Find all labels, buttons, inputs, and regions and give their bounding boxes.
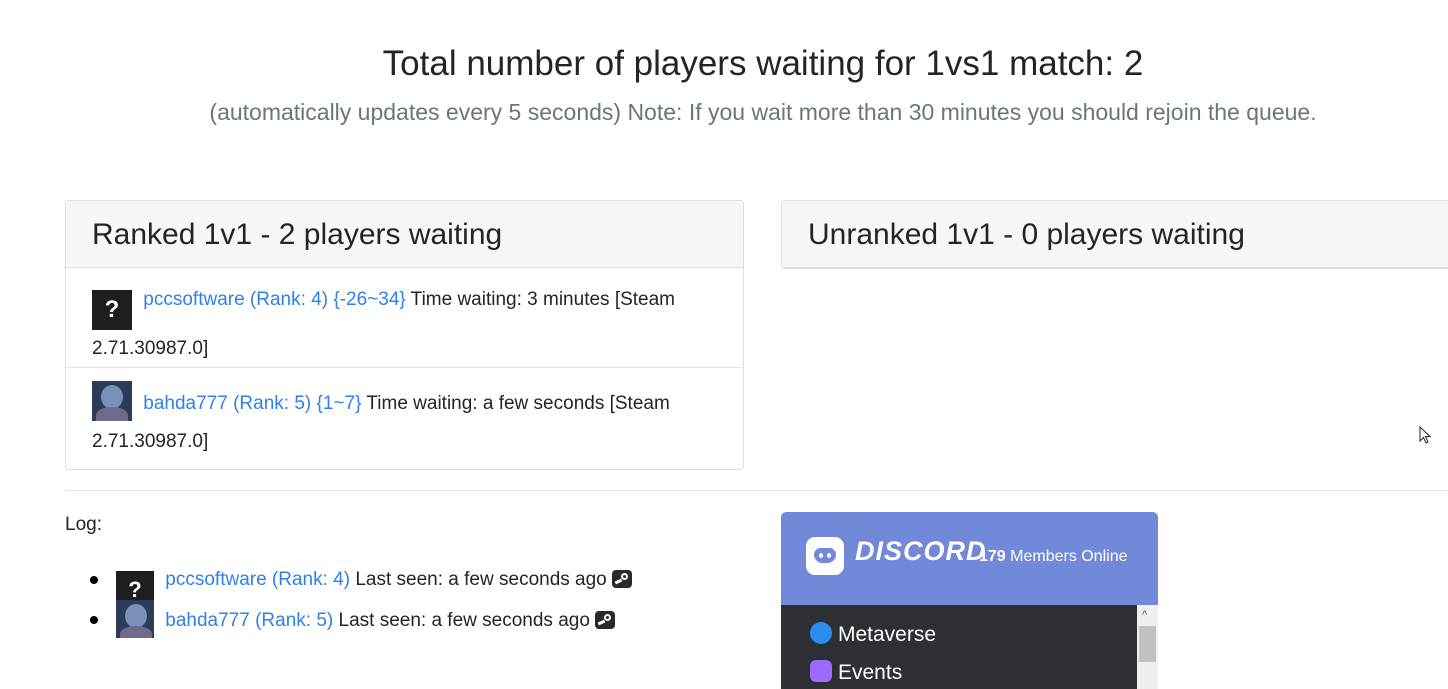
player-wait-info: Time waiting: a few seconds [Steam <box>361 393 670 414</box>
log-label: Log: <box>65 514 102 535</box>
discord-channel-item[interactable]: Events <box>810 660 902 685</box>
discord-members-label: Members Online <box>1005 548 1128 565</box>
steam-icon <box>611 570 632 588</box>
queue-player-item: ? pccsoftware (Rank: 4) {-26~34} Time wa… <box>66 268 743 368</box>
discord-members-count: 179 <box>979 548 1006 565</box>
bullet-icon <box>90 616 98 624</box>
metaverse-channel-icon <box>810 622 832 644</box>
section-divider <box>65 490 1448 491</box>
discord-members-online: 179 Members Online <box>979 548 1128 566</box>
default-avatar-icon: ? <box>92 290 132 330</box>
scrollbar-thumb[interactable] <box>1139 626 1156 662</box>
events-channel-icon <box>810 660 832 682</box>
ranked-queue-card: Ranked 1v1 - 2 players waiting ? pccsoft… <box>65 200 744 470</box>
ranked-queue-title: Ranked 1v1 - 2 players waiting <box>66 201 743 268</box>
player-link[interactable]: bahda777 (Rank: 5) {1~7} <box>143 393 361 414</box>
steam-icon <box>594 611 615 629</box>
player-link[interactable]: pccsoftware (Rank: 4) {-26~34} <box>143 289 405 310</box>
page-subtitle: (automatically updates every 5 seconds) … <box>209 99 1317 125</box>
last-seen-text: Last seen: a few seconds ago <box>350 569 607 590</box>
discord-channel-label: Metaverse <box>838 623 937 646</box>
player-wait-info: Time waiting: 3 minutes [Steam <box>405 289 676 310</box>
log-list: ? pccsoftware (Rank: 4) Last seen: a few… <box>90 560 632 640</box>
log-entry: ? pccsoftware (Rank: 4) Last seen: a few… <box>90 560 632 609</box>
mouse-pointer-icon <box>1419 426 1432 444</box>
player-avatar <box>92 381 132 421</box>
bullet-icon <box>90 576 98 584</box>
scroll-up-icon[interactable]: ^ <box>1142 609 1147 621</box>
discord-header: DISCORD 179 Members Online <box>781 512 1158 605</box>
discord-channel-item[interactable]: Metaverse <box>810 622 936 647</box>
discord-widget[interactable]: DISCORD 179 Members Online Metaverse Eve… <box>781 512 1158 689</box>
player-version: 2.71.30987.0] <box>92 431 209 452</box>
discord-brand: DISCORD <box>855 536 987 566</box>
unranked-queue-card: Unranked 1v1 - 0 players waiting <box>781 200 1448 269</box>
discord-channel-list: Metaverse Events ^ <box>781 605 1158 689</box>
player-link[interactable]: pccsoftware (Rank: 4) <box>165 569 350 590</box>
discord-channel-label: Events <box>838 661 903 684</box>
log-entry: bahda777 (Rank: 5) Last seen: a few seco… <box>90 600 632 640</box>
unranked-queue-title: Unranked 1v1 - 0 players waiting <box>782 201 1448 268</box>
player-version: 2.71.30987.0] <box>92 338 209 359</box>
last-seen-text: Last seen: a few seconds ago <box>333 610 590 631</box>
player-link[interactable]: bahda777 (Rank: 5) <box>165 610 333 631</box>
page-title: Total number of players waiting for 1vs1… <box>382 44 1144 83</box>
queue-player-item: bahda777 (Rank: 5) {1~7} Time waiting: a… <box>66 368 743 468</box>
player-avatar <box>116 600 154 638</box>
discord-logo-icon <box>806 537 844 575</box>
discord-scrollbar[interactable]: ^ <box>1137 605 1158 689</box>
